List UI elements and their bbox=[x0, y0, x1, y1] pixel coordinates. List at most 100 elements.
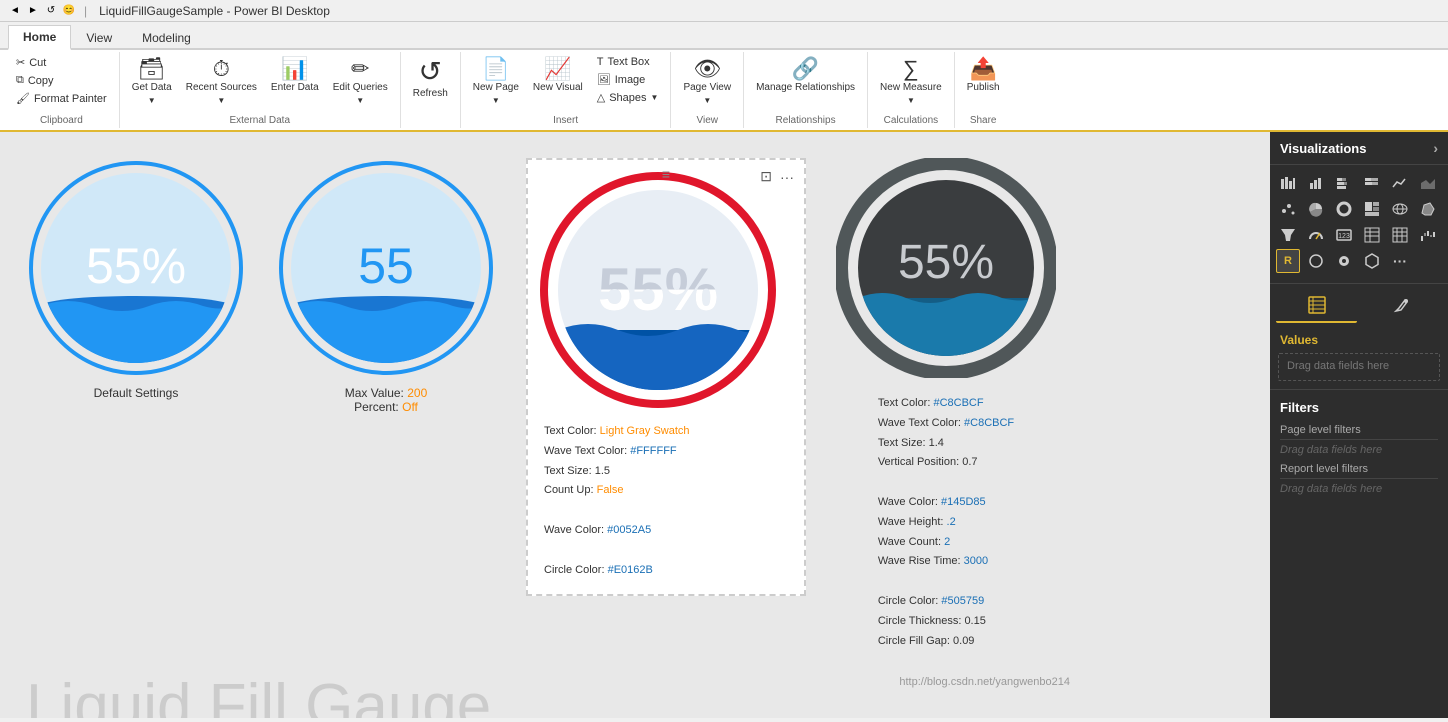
viz-pie-chart-icon[interactable] bbox=[1304, 197, 1328, 221]
paint-brush-icon: 🖌 bbox=[16, 92, 30, 105]
panel-expand-icon[interactable]: › bbox=[1433, 140, 1438, 156]
viz-gauge-icon[interactable] bbox=[1304, 223, 1328, 247]
svg-text:55: 55 bbox=[358, 238, 414, 294]
viz-more-icon[interactable]: ··· bbox=[1388, 249, 1412, 273]
report-filters-drop[interactable]: Drag data fields here bbox=[1280, 479, 1438, 499]
share-items: 📤 Publish bbox=[961, 54, 1006, 113]
viz-icons-grid: 123 R ··· bbox=[1270, 165, 1448, 279]
tab-modeling[interactable]: Modeling bbox=[127, 26, 206, 50]
image-button[interactable]: 🖼 Image bbox=[591, 71, 665, 88]
view-items: 👁 Page View ▼ bbox=[677, 54, 737, 113]
edit-icon: ✏ bbox=[351, 58, 369, 80]
tab-format[interactable] bbox=[1361, 292, 1442, 323]
relationships-items: 🔗 Manage Relationships bbox=[750, 54, 861, 113]
gauge-default-label: Default Settings bbox=[94, 386, 179, 400]
viz-donut-icon[interactable] bbox=[1332, 197, 1356, 221]
gauge-max: 55 Max Value: 200 Percent: Off bbox=[276, 158, 496, 414]
gauge-red-container[interactable]: ≡ ⊡ ··· 55% 55% bbox=[526, 158, 806, 596]
titlebar-controls[interactable]: ◄ ► ↺ 😊 | bbox=[8, 4, 91, 18]
page-filters-drop[interactable]: Drag data fields here bbox=[1280, 440, 1438, 460]
cut-icon: ✂ bbox=[16, 56, 25, 69]
main-area: 55% Default Settings 55 bbox=[0, 132, 1448, 718]
clipboard-label: Clipboard bbox=[10, 113, 113, 126]
back-icon[interactable]: ◄ bbox=[8, 4, 22, 18]
viz-stacked-bar-icon[interactable] bbox=[1332, 171, 1356, 195]
gauge-dark: 55% Text Color: #C8CBCF Wave Text Color:… bbox=[836, 158, 1056, 651]
refresh-icon: ↺ bbox=[419, 58, 442, 86]
enter-data-button[interactable]: 📊 Enter Data bbox=[265, 54, 325, 98]
recent-sources-button[interactable]: ⏱ Recent Sources ▼ bbox=[180, 54, 263, 109]
new-visual-button[interactable]: 📈 New Visual bbox=[527, 54, 589, 98]
shapes-button[interactable]: △ Shapes ▼ bbox=[591, 89, 665, 106]
table-icon: 📊 bbox=[281, 58, 308, 80]
get-data-button[interactable]: 🗃 Get Data ▼ bbox=[126, 54, 178, 109]
refresh-label bbox=[407, 124, 454, 126]
tab-home[interactable]: Home bbox=[8, 25, 71, 50]
refresh-button[interactable]: ↺ Refresh bbox=[407, 54, 454, 104]
canvas-area[interactable]: 55% Default Settings 55 bbox=[0, 132, 1270, 718]
viz-column-chart-icon[interactable] bbox=[1304, 171, 1328, 195]
measure-icon: ∑ bbox=[903, 58, 919, 80]
insert-items: 📄 New Page ▼ 📈 New Visual T Text Box 🖼 I… bbox=[467, 54, 665, 113]
ribbon-group-calculations: ∑ New Measure ▼ Calculations bbox=[868, 52, 955, 128]
ribbon-group-clipboard: ✂ Cut ⧉ Copy 🖌 Format Painter Clipboard bbox=[4, 52, 120, 128]
copy-button[interactable]: ⧉ Copy bbox=[10, 72, 113, 89]
viz-100-stacked-icon[interactable] bbox=[1360, 171, 1384, 195]
viz-map-icon[interactable] bbox=[1388, 197, 1412, 221]
shapes-icon: △ bbox=[597, 91, 605, 104]
new-measure-button[interactable]: ∑ New Measure ▼ bbox=[874, 54, 948, 109]
viz-hex-icon[interactable] bbox=[1360, 249, 1384, 273]
viz-treemap-icon[interactable] bbox=[1360, 197, 1384, 221]
new-page-button[interactable]: 📄 New Page ▼ bbox=[467, 54, 525, 109]
database-icon: 🗃 bbox=[138, 58, 166, 80]
manage-relationships-button[interactable]: 🔗 Manage Relationships bbox=[750, 54, 861, 98]
calculations-label: Calculations bbox=[874, 113, 948, 126]
viz-funnel-icon[interactable] bbox=[1276, 223, 1300, 247]
gauge-red-svg: 55% 55% 55% bbox=[538, 170, 778, 410]
image-icon: 🖼 bbox=[597, 73, 611, 86]
viz-python-icon[interactable] bbox=[1332, 249, 1356, 273]
page-filters-label: Page level filters bbox=[1280, 421, 1438, 440]
edit-queries-button[interactable]: ✏ Edit Queries ▼ bbox=[327, 54, 394, 109]
tab-view[interactable]: View bbox=[71, 26, 127, 50]
panel-tabs bbox=[1270, 288, 1448, 327]
format-painter-button[interactable]: 🖌 Format Painter bbox=[10, 90, 113, 107]
page-view-button[interactable]: 👁 Page View ▼ bbox=[677, 54, 737, 109]
viz-filled-map-icon[interactable] bbox=[1416, 197, 1440, 221]
report-filters-label: Report level filters bbox=[1280, 460, 1438, 479]
cut-button[interactable]: ✂ Cut bbox=[10, 54, 113, 71]
ribbon-group-refresh: ↺ Refresh bbox=[401, 52, 461, 128]
focus-mode-button[interactable]: ⊡ bbox=[758, 166, 774, 187]
viz-custom-icon[interactable]: R bbox=[1276, 249, 1300, 273]
visual-icon: 📈 bbox=[544, 58, 571, 80]
gauge-default-svg: 55% bbox=[26, 158, 246, 378]
more-options-button[interactable]: ··· bbox=[778, 166, 796, 187]
viz-card-icon[interactable]: 123 bbox=[1332, 223, 1356, 247]
relationships-icon: 🔗 bbox=[792, 58, 819, 80]
viz-circle-icon[interactable] bbox=[1304, 249, 1328, 273]
gauge-dark-details: Text Color: #C8CBCF Wave Text Color: #C8… bbox=[878, 394, 1014, 651]
text-box-button[interactable]: T Text Box bbox=[591, 54, 665, 70]
visual-toolbar[interactable]: ⊡ ··· bbox=[758, 166, 796, 187]
viz-matrix-icon[interactable] bbox=[1388, 223, 1412, 247]
ribbon-group-insert: 📄 New Page ▼ 📈 New Visual T Text Box 🖼 I… bbox=[461, 52, 672, 128]
publish-button[interactable]: 📤 Publish bbox=[961, 54, 1006, 98]
gauge-default: 55% Default Settings bbox=[26, 158, 246, 400]
forward-icon[interactable]: ► bbox=[26, 4, 40, 18]
panel-header: Visualizations › bbox=[1270, 132, 1448, 165]
viz-scatter-icon[interactable] bbox=[1276, 197, 1300, 221]
refresh-items: ↺ Refresh bbox=[407, 54, 454, 124]
gauge-max-label: Max Value: 200 Percent: Off bbox=[345, 386, 428, 414]
viz-waterfall-icon[interactable] bbox=[1416, 223, 1440, 247]
svg-text:55%: 55% bbox=[86, 238, 186, 294]
values-drop-zone[interactable]: Drag data fields here bbox=[1278, 353, 1440, 381]
viz-table-icon[interactable] bbox=[1360, 223, 1384, 247]
calculations-items: ∑ New Measure ▼ bbox=[874, 54, 948, 113]
viz-bar-chart-icon[interactable] bbox=[1276, 171, 1300, 195]
tab-fields[interactable] bbox=[1276, 292, 1357, 323]
undo-icon[interactable]: ↺ bbox=[44, 4, 58, 18]
viz-area-chart-icon[interactable] bbox=[1416, 171, 1440, 195]
titlebar-title: LiquidFillGaugeSample - Power BI Desktop bbox=[99, 4, 330, 18]
viz-line-chart-icon[interactable] bbox=[1388, 171, 1412, 195]
drag-handle[interactable]: ≡ bbox=[662, 166, 670, 182]
